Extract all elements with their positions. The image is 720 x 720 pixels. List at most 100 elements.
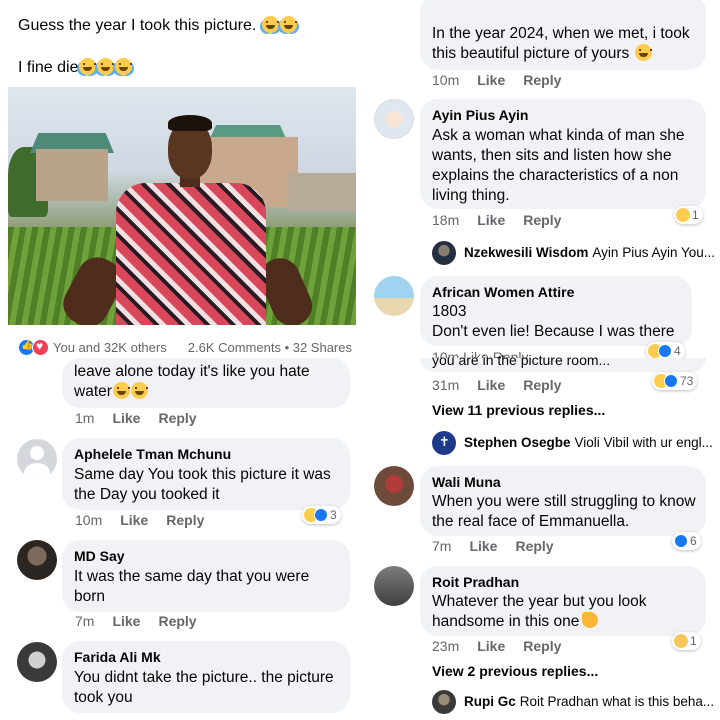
comments-shares-count[interactable]: 2.6K Comments • 32 Shares (188, 340, 352, 355)
sad-emoji-icon (674, 634, 688, 648)
reply-preview[interactable]: Nzekwesili Wisdom Ayin Pius Ayin You... (464, 245, 715, 260)
comment-text: You didnt take the picture.. the picture… (74, 669, 334, 706)
commenter-name[interactable]: Farida Ali Mk (74, 649, 161, 665)
comment-time: 1m (75, 410, 95, 426)
comment-like-button[interactable]: Like (469, 538, 497, 554)
reaction-count: 73 (680, 374, 694, 388)
comment-meta: 31m Like Reply (432, 377, 561, 393)
comment-like-button[interactable]: Like (112, 410, 140, 426)
commenter-name[interactable]: Aphelele Tman Mchunu (74, 446, 231, 462)
reply-author[interactable]: Rupi Gc (464, 694, 516, 709)
avatar[interactable] (17, 439, 57, 479)
comment-time: 10m (75, 512, 103, 528)
view-previous-replies-link[interactable]: View 11 previous replies... (432, 402, 605, 418)
comment-reactions[interactable]: 3 (302, 506, 341, 524)
comment-reactions[interactable]: 1 (674, 206, 703, 224)
comment-reply-button[interactable]: Reply (523, 72, 561, 88)
comment-time: 7m (75, 613, 95, 629)
post-caption-line2: I fine die (18, 58, 133, 77)
comment-like-button[interactable]: Like (477, 72, 505, 88)
comment-text: Don't even lie! Because I was there (432, 323, 675, 340)
post-caption-text: Guess the year I took this picture. (18, 17, 261, 34)
post-caption-line1: Guess the year I took this picture. (18, 16, 297, 35)
comment-bubble[interactable]: African Women Attire 1803 Don't even lie… (420, 276, 692, 346)
post-photo[interactable] (8, 87, 356, 325)
comment-time: 31m (432, 377, 460, 393)
photo-house (36, 149, 108, 201)
post-stats-bar: You and 32K others 2.6K Comments • 32 Sh… (18, 339, 358, 357)
avatar[interactable] (374, 566, 414, 606)
avatar[interactable] (17, 642, 57, 682)
laughing-emoji-icon (97, 58, 115, 75)
avatar[interactable] (432, 690, 456, 714)
right-screenshot: In the year 2024, when we met, i took th… (362, 0, 720, 720)
avatar[interactable] (374, 276, 414, 316)
comment-like-button[interactable]: Like (112, 613, 140, 629)
comment-like-button[interactable]: Like (120, 512, 148, 528)
photo-hair (168, 115, 212, 131)
commenter-name[interactable]: Wali Muna (432, 474, 501, 490)
love-reaction-icon (32, 339, 49, 356)
comment-like-button[interactable]: Like (477, 638, 505, 654)
comment-bubble[interactable]: Ayin Pius Ayin Ask a woman what kinda of… (420, 99, 706, 209)
photo-shirt (116, 183, 266, 325)
comment-bubble[interactable]: Farida Ali Mk You didnt take the picture… (62, 641, 350, 713)
comment-text: Ask a woman what kinda of man she wants,… (432, 127, 685, 204)
comment-reply-button[interactable]: Reply (515, 538, 553, 554)
reaction-count: 6 (690, 534, 697, 548)
reply-author[interactable]: Nzekwesili Wisdom (464, 245, 588, 260)
comment-reply-button[interactable]: Reply (158, 613, 196, 629)
comment-reply-button[interactable]: Reply (523, 377, 561, 393)
reaction-count: 3 (330, 508, 337, 522)
comment-meta: 7m Like Reply (75, 613, 197, 629)
comment-reply-button[interactable]: Reply (523, 638, 561, 654)
comment-reactions[interactable]: 73 (652, 372, 698, 390)
comment-like-button[interactable]: Like (477, 377, 505, 393)
laughing-emoji-icon (676, 208, 690, 222)
reply-snippet: Roit Pradhan what is this beha... (519, 694, 715, 709)
photo-house (288, 173, 356, 211)
view-previous-replies-link[interactable]: View 2 previous replies... (432, 663, 598, 679)
commenter-name[interactable]: Ayin Pius Ayin (432, 107, 528, 123)
comment-like-button[interactable]: Like (477, 212, 505, 228)
reply-author[interactable]: Stephen Osegbe (464, 435, 571, 450)
post-caption-text-2: I fine die (18, 59, 79, 76)
reply-preview[interactable]: Stephen Osegbe Violi Vibil with ur engl..… (464, 435, 713, 450)
reply-snippet: Violi Vibil with ur engl... (574, 435, 713, 450)
comment-bubble[interactable]: you are in the picture room... (420, 352, 706, 372)
comment-bubble[interactable]: In the year 2024, when we met, i took th… (420, 0, 706, 70)
avatar[interactable] (374, 99, 414, 139)
like-reaction-icon (314, 508, 328, 522)
comment-bubble[interactable]: leave alone today it's like you hate wat… (62, 358, 350, 408)
avatar[interactable] (432, 241, 456, 265)
comment-bubble[interactable]: MD Say It was the same day that you were… (62, 540, 350, 612)
avatar[interactable] (374, 466, 414, 506)
comment-reply-button[interactable]: Reply (166, 512, 204, 528)
comment-bubble[interactable]: Aphelele Tman Mchunu Same day You took t… (62, 438, 350, 510)
comment-bubble[interactable]: Wali Muna When you were still struggling… (420, 466, 706, 536)
comment-reply-button[interactable]: Reply (158, 410, 196, 426)
laughing-emoji-icon (130, 382, 148, 399)
laughing-emoji-icon (261, 16, 279, 33)
commenter-name[interactable]: MD Say (74, 548, 125, 564)
comment-text: When you were still struggling to know t… (432, 493, 696, 530)
commenter-name[interactable]: Roit Pradhan (432, 574, 519, 590)
reply-preview[interactable]: Rupi Gc Roit Pradhan what is this beha... (464, 694, 714, 709)
comment-reply-button[interactable]: Reply (523, 212, 561, 228)
avatar[interactable] (17, 540, 57, 580)
comment-reactions[interactable]: 6 (672, 532, 701, 550)
commenter-name[interactable]: African Women Attire (432, 284, 574, 300)
comment-text: you are in the picture room... (432, 352, 611, 368)
laughing-emoji-icon (115, 58, 133, 75)
comment-body: Whatever the year but you look handsome … (432, 593, 647, 630)
comment-time: 7m (432, 538, 452, 554)
laughing-emoji-icon (279, 16, 297, 33)
comment-reactions[interactable]: 1 (672, 632, 701, 650)
comment-meta: 23m Like Reply (432, 638, 561, 654)
reactions-summary[interactable]: You and 32K others (53, 340, 167, 355)
comment-bubble[interactable]: Roit Pradhan Whatever the year but you l… (420, 566, 706, 636)
like-reaction-icon (674, 534, 688, 548)
avatar[interactable] (432, 431, 456, 455)
like-reaction-icon (664, 374, 678, 388)
left-screenshot: Guess the year I took this picture. I fi… (0, 0, 362, 720)
